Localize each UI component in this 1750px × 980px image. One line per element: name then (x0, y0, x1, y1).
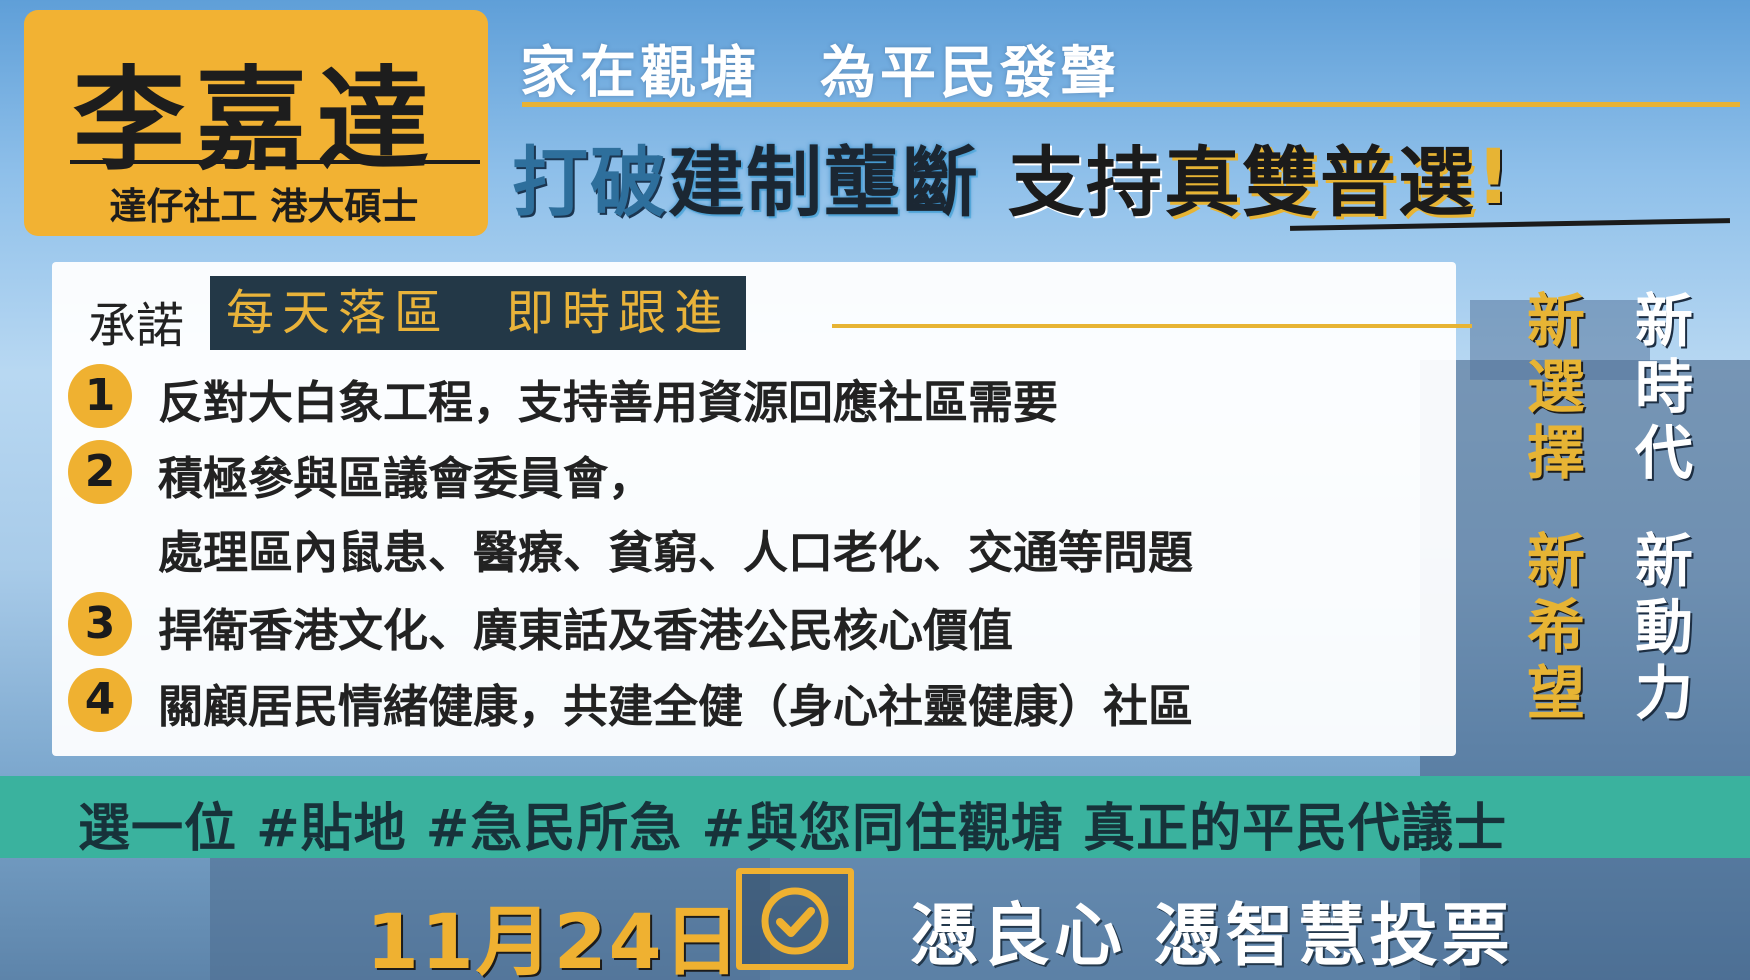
slogan-support: 支持 (1008, 138, 1164, 227)
tagline-char: 力 (1634, 659, 1693, 727)
slogan-main: 打破 建制壟斷 支持 真雙普選 ! (512, 126, 1742, 228)
campaign-flyer: 李嘉達 達仔社工 港大碩士 家在觀塘 為平民發聲 打破 建制壟斷 支持 真雙普選… (0, 0, 1750, 980)
pledge-text: 處理區內鼠患、醫療、貧窮、人口老化、交通等問題 (158, 526, 1194, 579)
pledge-number-badge: 4 (68, 668, 132, 732)
tagline-char: 新 (1634, 527, 1693, 595)
divider (522, 102, 1740, 107)
tagline-char: 新 (1526, 287, 1585, 355)
tagline-char: 希 (1526, 593, 1585, 661)
tagline-char: 時 (1634, 353, 1693, 421)
banner-text: 選一位 #貼地 #急民所急 #與您同住觀塘 真正的平民代議士 (78, 799, 1508, 859)
election-date: 11月24日 (366, 897, 742, 980)
vote-slogan: 憑良心 憑智慧投票 (910, 897, 1514, 976)
pledge-label: 承諾 (88, 298, 185, 354)
slogan-universal-suffrage: 真雙普選 (1164, 138, 1476, 227)
pledge-highlight: 每天落區 即時跟進 (210, 276, 747, 350)
tagline-char: 擇 (1526, 419, 1585, 487)
tagline-new-hope: 新 希 望 (1516, 528, 1596, 726)
tagline-char: 望 (1526, 659, 1585, 727)
hashtag-banner: 選一位 #貼地 #急民所急 #與您同住觀塘 真正的平民代議士 (0, 776, 1750, 859)
pledge-number-badge: 1 (68, 364, 132, 428)
tagline-char: 新 (1634, 287, 1693, 355)
tagline-new-era: 新 時 代 (1624, 288, 1704, 486)
slogan-exclamation: ! (1476, 131, 1513, 221)
tagline-char: 動 (1634, 593, 1693, 661)
slogan-top: 家在觀塘 為平民發聲 (520, 41, 1120, 106)
pledge-text: 積極參與區議會委員會， (158, 452, 654, 505)
pledge-panel: 承諾 每天落區 即時跟進 1 反對大白象工程，支持善用資源回應社區需要 2 積極… (52, 262, 1472, 756)
tagline-char: 選 (1526, 353, 1585, 421)
pledge-text: 關顧居民情緒健康，共建全健（身心社靈健康）社區 (158, 680, 1194, 733)
slogan-break: 打破 (512, 138, 668, 227)
divider (70, 160, 480, 164)
divider (832, 324, 1472, 328)
candidate-name: 李嘉達 (73, 56, 439, 186)
pledge-number-badge: 3 (68, 592, 132, 656)
pledge-number-badge: 2 (68, 440, 132, 504)
candidate-name-box: 李嘉達 達仔社工 港大碩士 (24, 10, 488, 236)
tagline-char: 代 (1634, 419, 1693, 487)
slogan-monopoly: 建制壟斷 (668, 138, 980, 227)
pledge-text: 捍衛香港文化、廣東話及香港公民核心價值 (158, 604, 1014, 657)
pledge-text: 反對大白象工程，支持善用資源回應社區需要 (158, 376, 1059, 429)
tagline-new-choice: 新 選 擇 (1516, 288, 1596, 486)
candidate-tagline: 達仔社工 港大碩士 (109, 185, 419, 228)
tagline-new-drive: 新 動 力 (1624, 528, 1704, 726)
check-ballot-icon (736, 868, 854, 970)
tagline-char: 新 (1526, 527, 1585, 595)
